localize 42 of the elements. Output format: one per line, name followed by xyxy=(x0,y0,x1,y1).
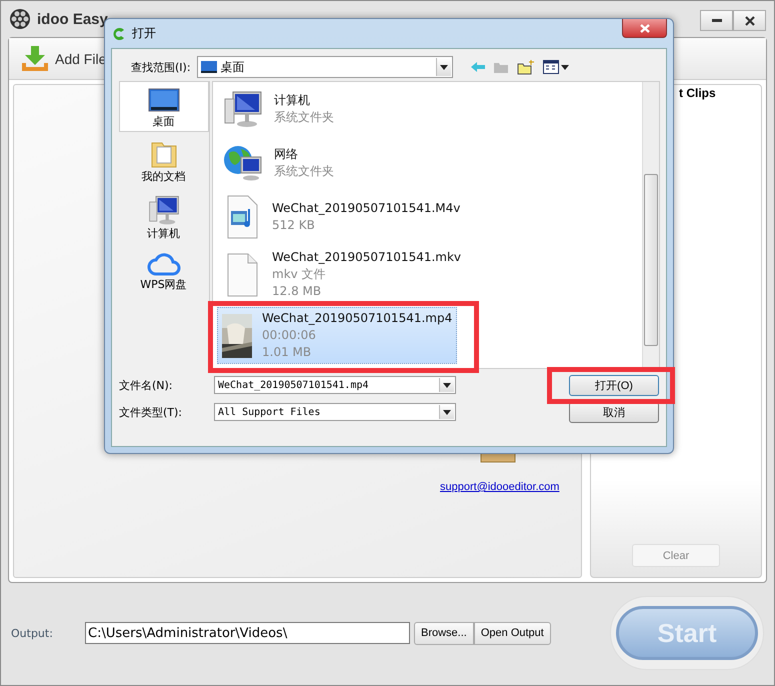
output-path-field[interactable]: C:\Users\Administrator\Videos\ xyxy=(85,622,410,644)
support-email-link[interactable]: support@idooeditor.com xyxy=(440,481,560,493)
close-button[interactable] xyxy=(622,19,667,38)
open-button[interactable]: 打开(O) xyxy=(569,374,659,396)
close-icon xyxy=(640,24,650,32)
place-item[interactable]: WPS网盘 xyxy=(118,244,208,295)
minimize-icon xyxy=(712,19,722,22)
caret-icon xyxy=(443,382,451,388)
look-in-label: 查找范围(I): xyxy=(131,60,191,74)
look-in-dropdown[interactable]: 桌面 xyxy=(196,56,453,78)
dialog-title: 打开 xyxy=(132,25,156,42)
clips-heading: t Clips xyxy=(678,85,716,100)
view-menu-button[interactable] xyxy=(542,60,569,74)
caret-icon xyxy=(443,410,451,414)
film-reel-icon xyxy=(9,8,31,30)
close-icon xyxy=(744,16,754,26)
place-item[interactable]: 桌面 xyxy=(118,81,208,132)
computer-icon xyxy=(148,194,180,226)
window-title: idoo Easy xyxy=(37,10,108,28)
desktop-icon xyxy=(200,61,217,73)
browse-button[interactable]: Browse... xyxy=(414,622,474,644)
place-item[interactable]: 我的文档 xyxy=(118,132,208,187)
file-type-label: 文件类型(T): xyxy=(119,404,184,420)
open-output-button[interactable]: Open Output xyxy=(474,622,551,644)
close-button[interactable] xyxy=(733,10,766,31)
file-name-field[interactable]: WeChat_20190507101541.mp4 xyxy=(214,376,456,394)
new-folder-icon[interactable] xyxy=(516,59,535,75)
computer-icon xyxy=(223,89,263,129)
place-item[interactable]: 计算机 xyxy=(118,187,208,244)
file-name-label: 文件名(N): xyxy=(119,378,174,392)
file-item[interactable]: WeChat_20190507101541.mp4 00:00:06 1.01 MB xyxy=(217,307,457,364)
cloud-icon xyxy=(146,251,180,277)
output-label: Output: xyxy=(11,626,54,640)
download-tray-icon xyxy=(21,44,49,72)
file-type-dropdown[interactable]: All Support Files xyxy=(214,403,456,421)
desktop-icon xyxy=(148,88,180,114)
file-item[interactable]: 计算机 系统文件夹 xyxy=(217,84,457,134)
caret-icon xyxy=(560,64,569,70)
minimize-button[interactable] xyxy=(700,10,733,31)
globe-computer-icon xyxy=(223,143,263,183)
caret-icon xyxy=(440,64,448,70)
file-item[interactable]: 网络 系统文件夹 xyxy=(217,138,457,188)
